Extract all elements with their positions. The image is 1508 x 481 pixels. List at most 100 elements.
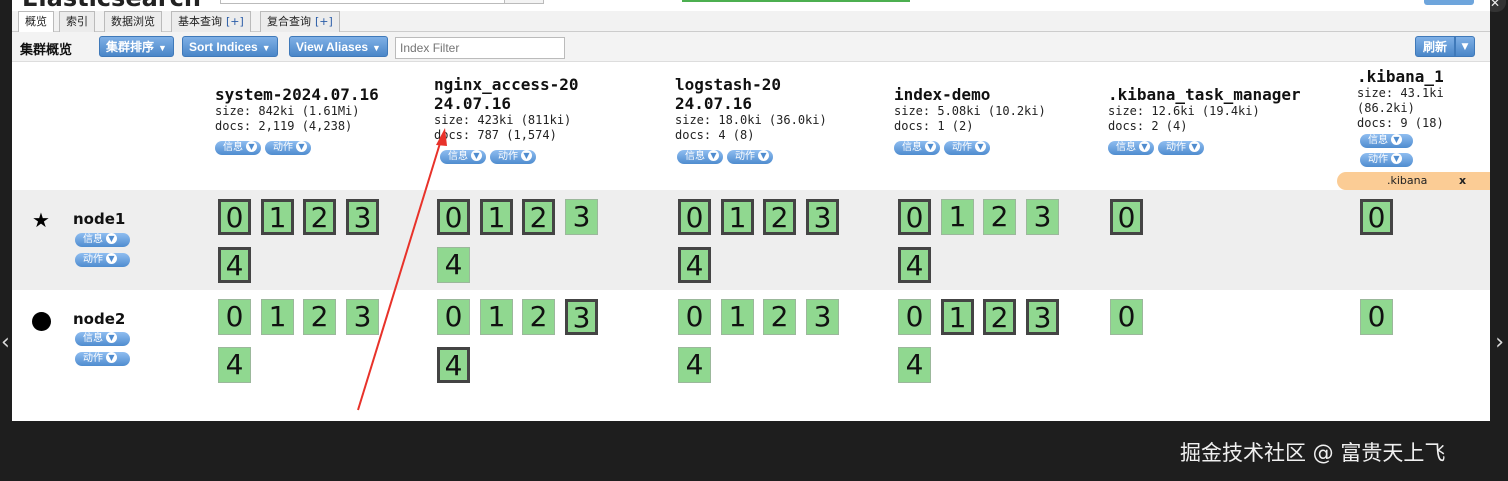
shard[interactable]: 0 (898, 199, 931, 235)
shard[interactable]: 1 (480, 199, 513, 235)
info-menu-button[interactable] (1424, 0, 1474, 5)
shard-replica[interactable]: 1 (480, 299, 513, 335)
viewer-frame-right (1490, 0, 1508, 481)
index-info-button[interactable]: 信息 ▼ (1108, 140, 1154, 155)
shard[interactable]: 0 (218, 199, 251, 235)
shard-replica[interactable]: 4 (218, 347, 251, 383)
cluster-sort-button[interactable]: 集群排序 ▼ (99, 36, 174, 57)
shard[interactable]: 4 (898, 247, 931, 283)
add-query-link[interactable]: [+] (315, 15, 333, 28)
index-info-button[interactable]: 信息 ▼ (440, 149, 486, 164)
shard-replica[interactable]: 0 (1360, 299, 1393, 335)
tab-browser[interactable]: 数据浏览 (104, 11, 162, 32)
shard[interactable]: 4 (678, 247, 711, 283)
cluster-url-input[interactable] (220, 0, 505, 4)
add-query-link[interactable]: [+] (226, 15, 244, 28)
alias-badge-kibana[interactable]: .kibana x (1337, 172, 1490, 190)
shard[interactable]: 0 (1360, 199, 1393, 235)
node-info-button[interactable]: 信息 ▼ (75, 332, 130, 346)
node-action-button[interactable]: 动作 ▼ (75, 253, 130, 267)
shard[interactable]: 0 (437, 199, 470, 235)
shard[interactable]: 3 (565, 299, 598, 335)
shard-replica[interactable]: 3 (346, 299, 379, 335)
shard[interactable]: 4 (218, 247, 251, 283)
shard-replica[interactable]: 0 (1110, 299, 1143, 335)
shard-replica[interactable]: 0 (437, 299, 470, 335)
shard[interactable]: 1 (941, 299, 974, 335)
index-action-button[interactable]: 动作 ▼ (727, 149, 773, 164)
overview-toolbar: 集群概览 集群排序▼ Sort Indices▼ View Aliases▼ 刷… (12, 32, 1490, 62)
refresh-options-chevron-icon[interactable]: ▼ (1455, 36, 1475, 57)
shard[interactable]: 3 (346, 199, 379, 235)
button-label: 信息 (902, 141, 922, 153)
index-filter-input[interactable] (395, 37, 565, 59)
shard[interactable]: 1 (721, 199, 754, 235)
index-action-button[interactable]: 动作 ▼ (1360, 153, 1413, 167)
shard-replica[interactable]: 4 (678, 347, 711, 383)
button-label: 信息 (223, 141, 243, 153)
index-info-button[interactable]: 信息 ▼ (1360, 134, 1413, 148)
index-info-button[interactable]: 信息 ▼ (215, 140, 261, 155)
node-actions: 信息 ▼ 动作 ▼ (75, 332, 135, 372)
shard[interactable]: 4 (437, 347, 470, 383)
shard-replica[interactable]: 2 (303, 299, 336, 335)
tab-label: 索引 (66, 15, 88, 28)
shard[interactable]: 2 (983, 299, 1016, 335)
index-action-button[interactable]: 动作 ▼ (1158, 140, 1204, 155)
shard[interactable]: 2 (303, 199, 336, 235)
tab-compound-query[interactable]: 复合查询 [+] (260, 11, 340, 32)
index-action-button[interactable]: 动作 ▼ (265, 140, 311, 155)
shard-replica[interactable]: 1 (721, 299, 754, 335)
index-action-button[interactable]: 动作 ▼ (944, 140, 990, 155)
chevron-down-icon: ▼ (106, 352, 117, 363)
shard[interactable]: 0 (1110, 199, 1143, 235)
viewer-frame-left (0, 0, 12, 481)
index-size: size: 43.1ki (86.2ki) (1357, 86, 1444, 115)
view-aliases-button[interactable]: View Aliases ▼ (289, 36, 388, 57)
index-size: size: 12.6ki (19.4ki) (1108, 104, 1260, 118)
shard[interactable]: 3 (806, 199, 839, 235)
close-icon[interactable]: x (1459, 172, 1466, 190)
shard-replica[interactable]: 3 (565, 199, 598, 235)
shard[interactable]: 2 (522, 199, 555, 235)
shard-replica[interactable]: 1 (261, 299, 294, 335)
shard-replica[interactable]: 2 (983, 199, 1016, 235)
button-label: 动作 (83, 353, 103, 364)
watermark-text: 掘金技术社区 @ 富贵天上飞 (1180, 441, 1446, 465)
node-info-button[interactable]: 信息 ▼ (75, 233, 130, 247)
shard[interactable]: 0 (678, 199, 711, 235)
chevron-down-icon: ▼ (106, 253, 117, 264)
shard-replica[interactable]: 0 (218, 299, 251, 335)
prev-image-icon[interactable]: ‹ (1, 330, 10, 355)
button-label: 动作 (952, 141, 972, 153)
node-action-button[interactable]: 动作 ▼ (75, 352, 130, 366)
sort-indices-button[interactable]: Sort Indices ▼ (182, 36, 278, 57)
shard-replica[interactable]: 0 (898, 299, 931, 335)
index-action-button[interactable]: 动作 ▼ (490, 149, 536, 164)
tab-label: 基本查询 (178, 15, 222, 28)
shard-replica[interactable]: 2 (522, 299, 555, 335)
shard-replica[interactable]: 4 (898, 347, 931, 383)
tab-indices[interactable]: 索引 (59, 11, 95, 32)
connect-button[interactable] (504, 0, 544, 4)
shard-replica[interactable]: 4 (437, 247, 470, 283)
index-name: logstash-2024.07.16 (675, 75, 781, 113)
tab-overview[interactable]: 概览 (18, 11, 54, 33)
shard-replica[interactable]: 0 (678, 299, 711, 335)
index-name: nginx_access-2024.07.16 (434, 75, 579, 113)
shard-replica[interactable]: 3 (1026, 199, 1059, 235)
refresh-button[interactable]: 刷新 (1415, 36, 1455, 57)
next-image-icon[interactable]: › (1495, 330, 1504, 355)
index-size: size: 423ki (811ki) (434, 113, 572, 127)
shard[interactable]: 3 (1026, 299, 1059, 335)
shard[interactable]: 2 (763, 199, 796, 235)
shard-replica[interactable]: 1 (941, 199, 974, 235)
index-info-button[interactable]: 信息 ▼ (677, 149, 723, 164)
tab-basic-query[interactable]: 基本查询 [+] (171, 11, 251, 32)
shard[interactable]: 1 (261, 199, 294, 235)
shard-replica[interactable]: 3 (806, 299, 839, 335)
shard-replica[interactable]: 2 (763, 299, 796, 335)
index-header-nginx: nginx_access-2024.07.16 size: 423ki (811… (434, 75, 634, 165)
index-actions: 信息 ▼ 动作 ▼ (440, 146, 634, 165)
index-info-button[interactable]: 信息 ▼ (894, 140, 940, 155)
